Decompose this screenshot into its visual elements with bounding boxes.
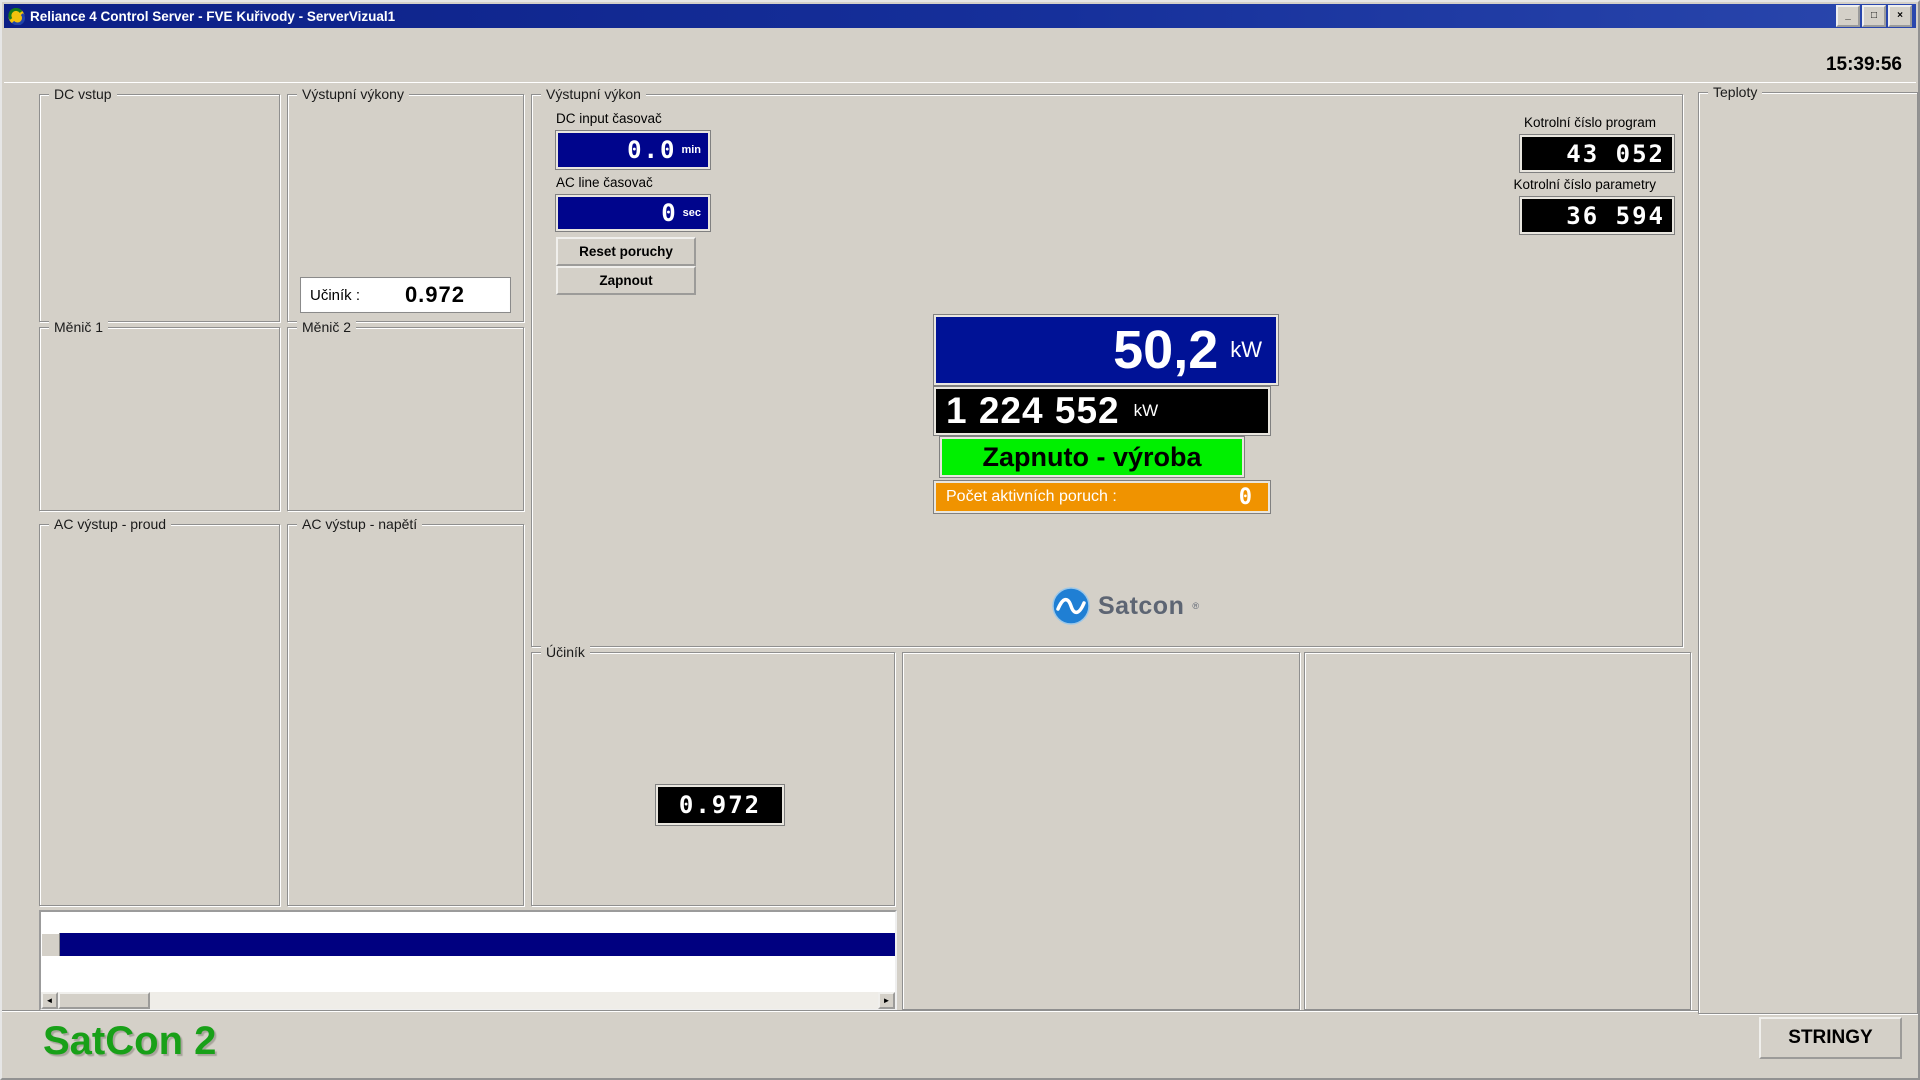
panel-ucinik: Účiník 0.972 <box>531 652 895 906</box>
menu-bar <box>4 28 1916 51</box>
panel-chart-proud <box>902 652 1300 1010</box>
ucinik-gauge <box>532 653 894 905</box>
panel-title: Měnič 1 <box>49 319 108 335</box>
panel-chart-napeti <box>1304 652 1691 1010</box>
ac-line-timer-label: AC line časovač <box>556 175 653 190</box>
ac-line-timer-display: 0sec <box>556 195 710 231</box>
control-number-program-label: Kotrolní číslo program <box>1416 115 1656 130</box>
table-row-header[interactable] <box>41 933 60 956</box>
panel-title: AC výstup - proud <box>49 516 171 532</box>
dc-input-timer-label: DC input časovač <box>556 111 662 126</box>
zapnout-button[interactable]: Zapnout <box>556 266 696 295</box>
status-display: Zapnuto - výroba <box>940 437 1244 477</box>
control-number-params-display: 36 594 <box>1520 197 1674 234</box>
panel-title: DC vstup <box>49 86 117 102</box>
satcon-logo: Satcon® <box>1052 587 1199 625</box>
dc-input-timer-display: 0.0min <box>556 131 710 169</box>
panel-menic-2: Měnič 2 <box>287 327 524 511</box>
scroll-right-button[interactable]: ► <box>878 992 895 1009</box>
panel-title: AC výstup - napětí <box>297 516 422 532</box>
panel-title: Teploty <box>1708 84 1762 100</box>
total-energy-display: 1 224 552kW <box>934 387 1270 435</box>
active-faults-display: Počet aktivních poruch :0 <box>934 481 1270 513</box>
alarm-table: ◄ ► <box>39 910 897 1011</box>
control-number-params-label: Kotrolní číslo parametry <box>1416 177 1656 192</box>
ucinik-value-display: 0.972 <box>656 785 784 825</box>
window-title: Reliance 4 Control Server - FVE Kuřivody… <box>30 9 1836 24</box>
satcon-logo-icon <box>1052 587 1090 625</box>
panel-menic-1: Měnič 1 <box>39 327 280 511</box>
panel-title: Měnič 2 <box>297 319 356 335</box>
panel-vystupni-vykon: Výstupní výkon DC input časovač 0.0min A… <box>531 94 1683 647</box>
maximize-button[interactable]: □ <box>1862 5 1886 27</box>
panel-ac-vystup-napeti: AC výstup - napětí <box>287 524 524 906</box>
title-bar: Reliance 4 Control Server - FVE Kuřivody… <box>4 4 1916 28</box>
panel-teploty: Teploty <box>1698 92 1918 1014</box>
clock: 15:39:56 <box>1826 54 1902 76</box>
row-ucinik: Učiník : 0.972 <box>301 278 510 312</box>
stringy-button[interactable]: STRINGY <box>1759 1017 1902 1059</box>
row-value: 0.972 <box>405 282 465 308</box>
panel-ac-vystup-proud: AC výstup - proud <box>39 524 280 906</box>
page-title: SatCon 2 <box>43 1019 216 1064</box>
footer: SatCon 2 STRINGY <box>2 1010 1918 1080</box>
minimize-button[interactable]: _ <box>1836 5 1860 27</box>
close-button[interactable]: × <box>1888 5 1912 27</box>
app-icon <box>8 8 25 25</box>
horizontal-scrollbar[interactable]: ◄ ► <box>41 992 895 1009</box>
panel-title: Výstupní výkony <box>297 86 409 102</box>
panel-vystupni-vykony: Výstupní výkony Učiník : 0.972 <box>287 94 524 322</box>
app-window: Reliance 4 Control Server - FVE Kuřivody… <box>0 0 1920 1080</box>
reset-poruchy-button[interactable]: Reset poruchy <box>556 237 696 266</box>
control-number-program-display: 43 052 <box>1520 135 1674 172</box>
panel-dc-vstup: DC vstup <box>39 94 280 322</box>
scrollbar-thumb[interactable] <box>58 992 150 1009</box>
table-row[interactable] <box>60 933 895 956</box>
scroll-left-button[interactable]: ◄ <box>41 992 58 1009</box>
toolbar <box>4 50 1916 83</box>
row-label: Učiník : <box>310 287 360 304</box>
actual-power-display: 50,2kW <box>934 315 1278 385</box>
